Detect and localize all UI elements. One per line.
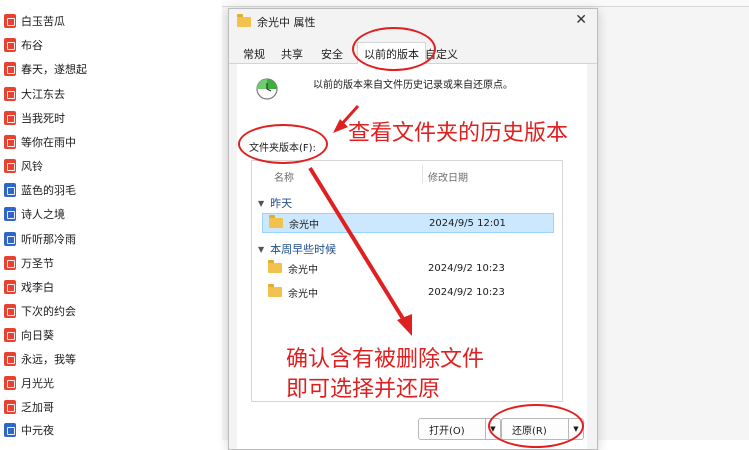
annotation-confirm-line2: 即可选择并还原 [286,377,441,402]
annotation-confirm-line1: 确认含有被删除文件 [286,347,485,372]
arrow-line-down [308,166,407,324]
arrow-head-down [397,314,412,336]
annotation-arrows [308,104,412,336]
annotation-view-history: 查看文件夹的历史版本 [348,121,569,146]
